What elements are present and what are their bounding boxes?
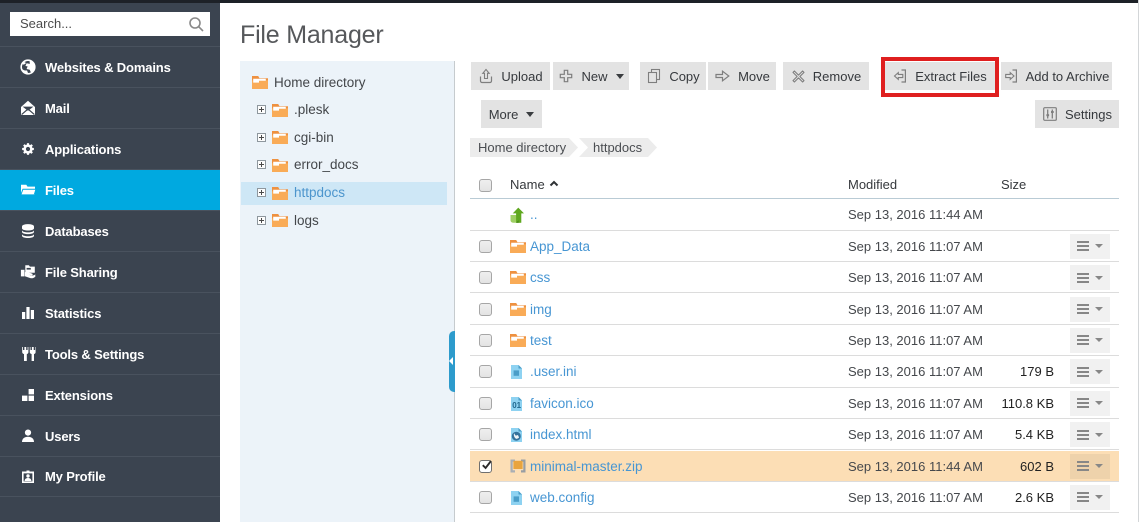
svg-text:01: 01 [512, 401, 521, 410]
